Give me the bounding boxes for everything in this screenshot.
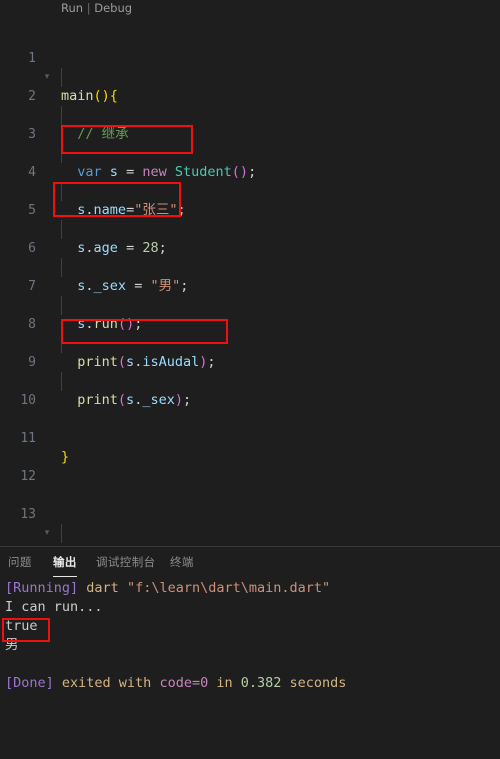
line-number: 13 bbox=[20, 507, 36, 522]
line-number: 1 bbox=[28, 51, 36, 66]
tab-problems[interactable]: 问题 bbox=[8, 547, 32, 577]
line-number: 6 bbox=[28, 241, 36, 256]
line-number: 10 bbox=[20, 393, 36, 408]
line-content: s._sex = "男"; bbox=[77, 278, 189, 294]
done-text-1: exited with bbox=[53, 675, 160, 691]
code-line[interactable]: 3 var s = new Student(); bbox=[0, 106, 500, 180]
code-line[interactable]: 9 print(s._sex); bbox=[0, 334, 500, 408]
indent-guide bbox=[61, 106, 62, 125]
code-line[interactable]: 1 ▾ main(){ bbox=[0, 30, 500, 104]
line-content: print(s.isAudal); bbox=[77, 354, 216, 370]
panel-tab-bar: 问题 输出 调试控制台 终端 bbox=[0, 547, 500, 577]
code-line[interactable]: 10 bbox=[0, 372, 500, 408]
running-tag: [Running] bbox=[5, 580, 79, 596]
line-number: 11 bbox=[20, 431, 36, 446]
output-line-true: true bbox=[5, 618, 38, 634]
done-tag: [Done] bbox=[5, 675, 54, 691]
code-line[interactable]: 11 } bbox=[0, 410, 500, 465]
done-text-3: seconds bbox=[281, 675, 347, 691]
line-content: s.name="张三"; bbox=[77, 202, 186, 218]
code-line[interactable]: 14 late String name; bbox=[0, 524, 500, 546]
indent-guide bbox=[61, 258, 62, 277]
indent-guide bbox=[61, 220, 62, 239]
code-editor[interactable]: Run | Debug 1 ▾ main(){ 2 // 继承 3 var s … bbox=[0, 0, 500, 546]
output-line-run: I can run... bbox=[5, 599, 103, 615]
line-content: s.age = 28; bbox=[77, 240, 167, 256]
code-line[interactable]: 8 print(s.isAudal); bbox=[0, 296, 500, 370]
codelens-run-link[interactable]: Run bbox=[61, 1, 83, 15]
line-content: print(s._sex); bbox=[77, 392, 192, 408]
code-line[interactable]: 12 bbox=[0, 448, 500, 484]
code-line[interactable]: 4 s.name="张三"; bbox=[0, 144, 500, 218]
running-path: "f:\learn\dart\main.dart" bbox=[126, 580, 331, 596]
line-content: var s = new Student(); bbox=[77, 164, 257, 180]
codelens-separator: | bbox=[86, 1, 91, 15]
line-number: 3 bbox=[28, 127, 36, 142]
line-number: 12 bbox=[20, 469, 36, 484]
line-content: // 继承 bbox=[77, 126, 129, 142]
line-number: 2 bbox=[28, 89, 36, 104]
code-line[interactable]: 6 s._sex = "男"; bbox=[0, 220, 500, 294]
indent-guide bbox=[61, 296, 62, 315]
code-line[interactable]: 7 s.run(); bbox=[0, 258, 500, 332]
line-number: 5 bbox=[28, 203, 36, 218]
codelens-debug-link[interactable]: Debug bbox=[94, 1, 132, 15]
line-number: 9 bbox=[28, 355, 36, 370]
indent-guide bbox=[61, 182, 62, 201]
indent-guide bbox=[61, 334, 62, 353]
code-line[interactable]: 2 // 继承 bbox=[0, 68, 500, 142]
bottom-panel: 问题 输出 调试控制台 终端 [Running] dart "f:\learn\… bbox=[0, 547, 500, 759]
output-view[interactable]: [Running] dart "f:\learn\dart\main.dart"… bbox=[0, 577, 500, 759]
done-text-2: in bbox=[208, 675, 241, 691]
indent-guide bbox=[61, 144, 62, 163]
output-line-running: [Running] dart "f:\learn\dart\main.dart" bbox=[5, 579, 330, 598]
line-number: 4 bbox=[28, 165, 36, 180]
indent-guide bbox=[61, 372, 62, 391]
vscode-window: Run | Debug 1 ▾ main(){ 2 // 继承 3 var s … bbox=[0, 0, 500, 759]
line-content: s.run(); bbox=[77, 316, 143, 332]
code-line[interactable]: 13 ▾ class Person { bbox=[0, 486, 500, 546]
tab-output[interactable]: 输出 bbox=[53, 547, 77, 577]
code-lines: 1 ▾ main(){ 2 // 继承 3 var s = new Studen… bbox=[0, 14, 500, 546]
code-line[interactable]: 5 s.age = 28; bbox=[0, 182, 500, 256]
line-content: main(){ bbox=[61, 88, 118, 104]
line-number: 7 bbox=[28, 279, 36, 294]
output-line-done: [Done] exited with code=0 in 0.382 secon… bbox=[5, 674, 346, 693]
indent-guide bbox=[61, 68, 62, 87]
indent-guide bbox=[61, 524, 62, 543]
output-line-sex: 男 bbox=[5, 637, 19, 653]
line-number: 8 bbox=[28, 317, 36, 332]
running-command: dart bbox=[86, 580, 119, 596]
tab-terminal[interactable]: 终端 bbox=[170, 547, 194, 577]
done-time: 0.382 bbox=[240, 675, 282, 691]
tab-debug-console[interactable]: 调试控制台 bbox=[96, 547, 156, 577]
done-code: code=0 bbox=[159, 675, 209, 691]
